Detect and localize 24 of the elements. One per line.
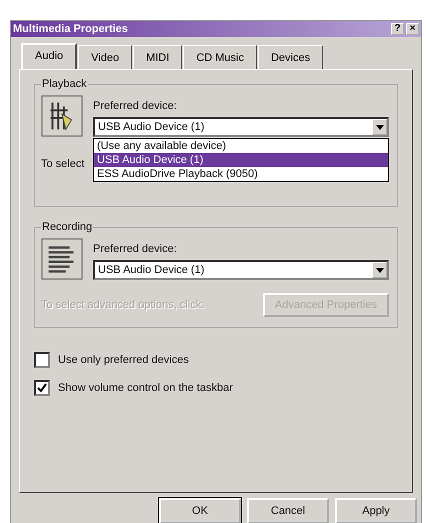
hint-text: To select bbox=[41, 158, 84, 172]
help-button[interactable]: ? bbox=[391, 23, 404, 35]
group-label: Playback bbox=[41, 78, 88, 90]
tab[interactable]: Devices bbox=[258, 45, 324, 69]
dialog-button[interactable]: Cancel bbox=[247, 498, 329, 523]
group-label: Recording bbox=[41, 221, 94, 233]
device-dropdown[interactable]: USB Audio Device (1) bbox=[93, 117, 389, 137]
tab[interactable]: MIDI bbox=[133, 45, 182, 69]
dropdown-option[interactable]: ESS AudioDrive Playback (9050) bbox=[94, 167, 388, 181]
tab[interactable]: Video bbox=[78, 45, 132, 69]
dialog-button[interactable]: OK bbox=[159, 498, 241, 523]
checkbox-label: Use only preferred devices bbox=[58, 354, 189, 366]
checkbox[interactable] bbox=[34, 352, 50, 368]
checkbox-label: Show volume control on the taskbar bbox=[58, 382, 233, 394]
field-label: Preferred device: bbox=[93, 243, 178, 255]
dropdown-option[interactable]: USB Audio Device (1) bbox=[94, 153, 388, 167]
checkbox[interactable] bbox=[34, 380, 50, 396]
dropdown-option[interactable]: (Use any available device) bbox=[94, 139, 388, 153]
tab[interactable]: Audio bbox=[21, 43, 78, 69]
close-button[interactable]: × bbox=[406, 23, 419, 35]
field-label: Preferred device: bbox=[93, 100, 178, 112]
tab[interactable]: CD Music bbox=[183, 45, 257, 69]
window-title: Multimedia Properties bbox=[13, 23, 128, 35]
dialog-button[interactable]: Apply bbox=[335, 498, 417, 523]
